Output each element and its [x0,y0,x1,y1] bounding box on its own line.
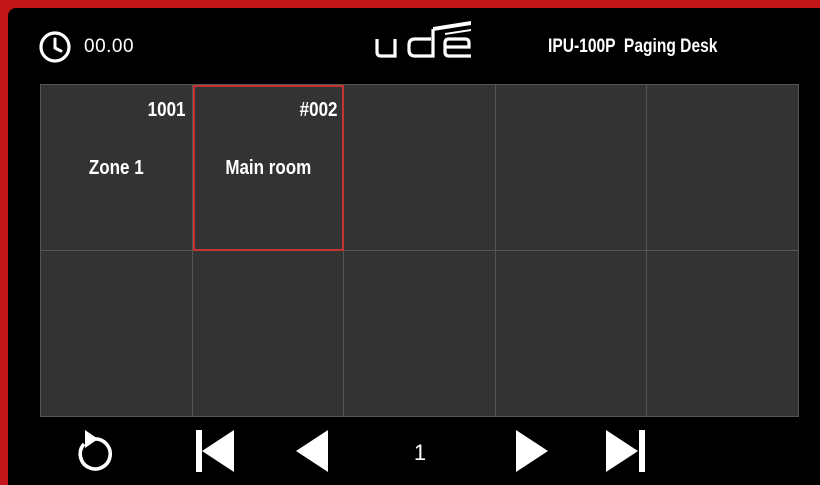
first-page-icon[interactable] [192,430,238,472]
reset-icon[interactable] [70,430,116,472]
zone-tile[interactable] [647,251,799,417]
clock-icon [39,31,71,63]
zone-tile[interactable] [495,85,648,251]
header-bar: 00.00 IPU-100P Paging Desk [8,8,820,84]
page-number: 1 [413,440,427,465]
ude-logo [375,21,471,58]
last-page-icon[interactable] [604,430,650,472]
zone-tile-selected[interactable]: #002 Main room [192,85,345,251]
zone-name: Main room [224,157,311,179]
zone-name: Zone 1 [88,157,144,179]
clock-time: 00.00 [84,36,135,57]
zone-tile[interactable] [647,85,799,251]
device-title: IPU-100P Paging Desk [548,36,718,57]
zone-tile[interactable]: 1001 Zone 1 [41,85,193,251]
zone-tile[interactable] [495,251,648,417]
zone-tile[interactable] [192,251,345,417]
paging-desk-screen: 00.00 IPU-100P Paging Desk 1001 Zone 1 #… [8,8,820,485]
zone-grid: 1001 Zone 1 #002 Main room [40,84,799,417]
footer-nav: 1 [8,416,820,485]
previous-page-icon[interactable] [296,430,332,472]
zone-number: 1001 [147,99,186,121]
zone-number: #002 [299,99,338,121]
zone-tile[interactable] [344,85,496,251]
zone-tile[interactable] [344,251,496,417]
zone-tile[interactable] [41,251,193,417]
next-page-icon[interactable] [514,430,550,472]
